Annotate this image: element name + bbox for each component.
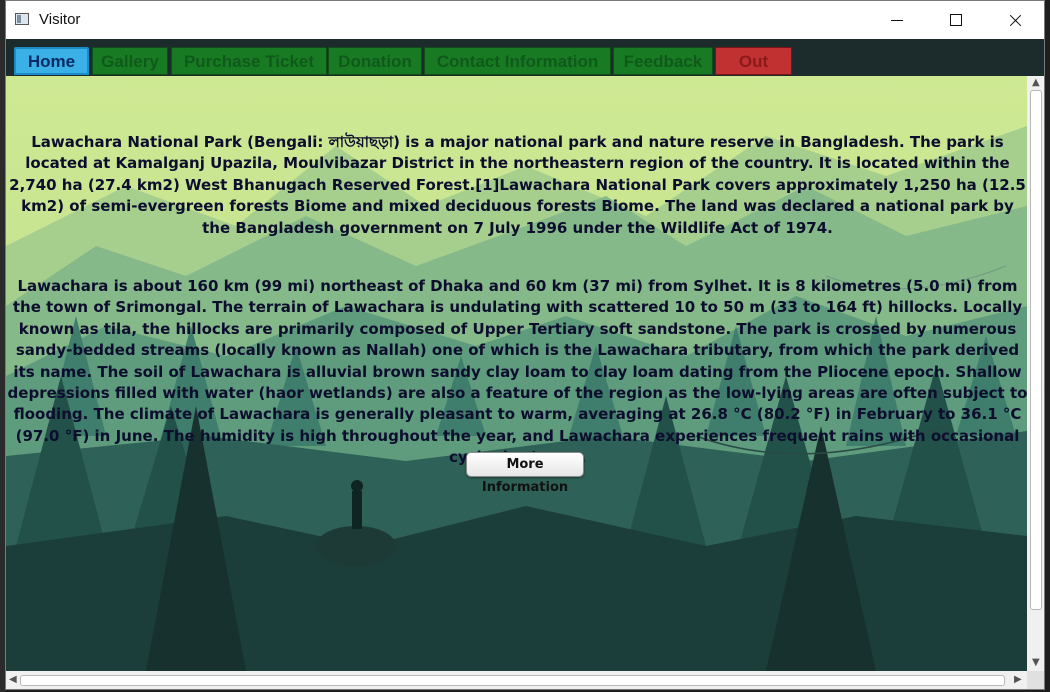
tab-home[interactable]: Home — [14, 47, 89, 75]
tab-feedback[interactable]: Feedback — [613, 47, 713, 75]
more-information-button[interactable]: More Information — [466, 452, 584, 495]
scroll-right-icon[interactable]: ▶ — [1014, 674, 1022, 685]
tab-donation[interactable]: Donation — [328, 47, 422, 75]
visitor-window: Visitor Home Gallery Purchase Ticket Don… — [5, 0, 1045, 690]
maximize-icon[interactable] — [933, 1, 979, 39]
scrollbar-corner — [1027, 671, 1044, 689]
minimize-icon[interactable] — [874, 1, 920, 39]
home-content: Lawachara National Park (Bengali: লাউয়া… — [6, 76, 1027, 671]
park-intro-paragraph: Lawachara National Park (Bengali: লাউয়া… — [9, 133, 1026, 237]
window-title: Visitor — [39, 11, 81, 28]
tab-contact-information[interactable]: Contact Information — [424, 47, 611, 75]
horizontal-scrollbar[interactable]: ◀ ▶ — [6, 671, 1027, 689]
title-bar[interactable]: Visitor — [6, 1, 1044, 39]
tab-purchase-ticket[interactable]: Purchase Ticket — [171, 47, 327, 75]
scroll-up-icon[interactable]: ▲ — [1032, 77, 1040, 88]
close-icon[interactable] — [992, 1, 1038, 39]
vertical-scroll-thumb[interactable] — [1030, 90, 1042, 610]
vertical-scrollbar[interactable]: ▲ ▼ — [1027, 76, 1044, 671]
tab-bar: Home Gallery Purchase Ticket Donation Co… — [6, 39, 1044, 76]
horizontal-scroll-thumb[interactable] — [20, 675, 1005, 686]
window-icon — [15, 13, 29, 25]
scroll-left-icon[interactable]: ◀ — [9, 674, 17, 685]
tab-gallery[interactable]: Gallery — [92, 47, 168, 75]
park-geography-paragraph: Lawachara is about 160 km (99 mi) northe… — [7, 277, 1027, 466]
tab-out[interactable]: Out — [715, 47, 792, 75]
scroll-down-icon[interactable]: ▼ — [1032, 657, 1040, 668]
